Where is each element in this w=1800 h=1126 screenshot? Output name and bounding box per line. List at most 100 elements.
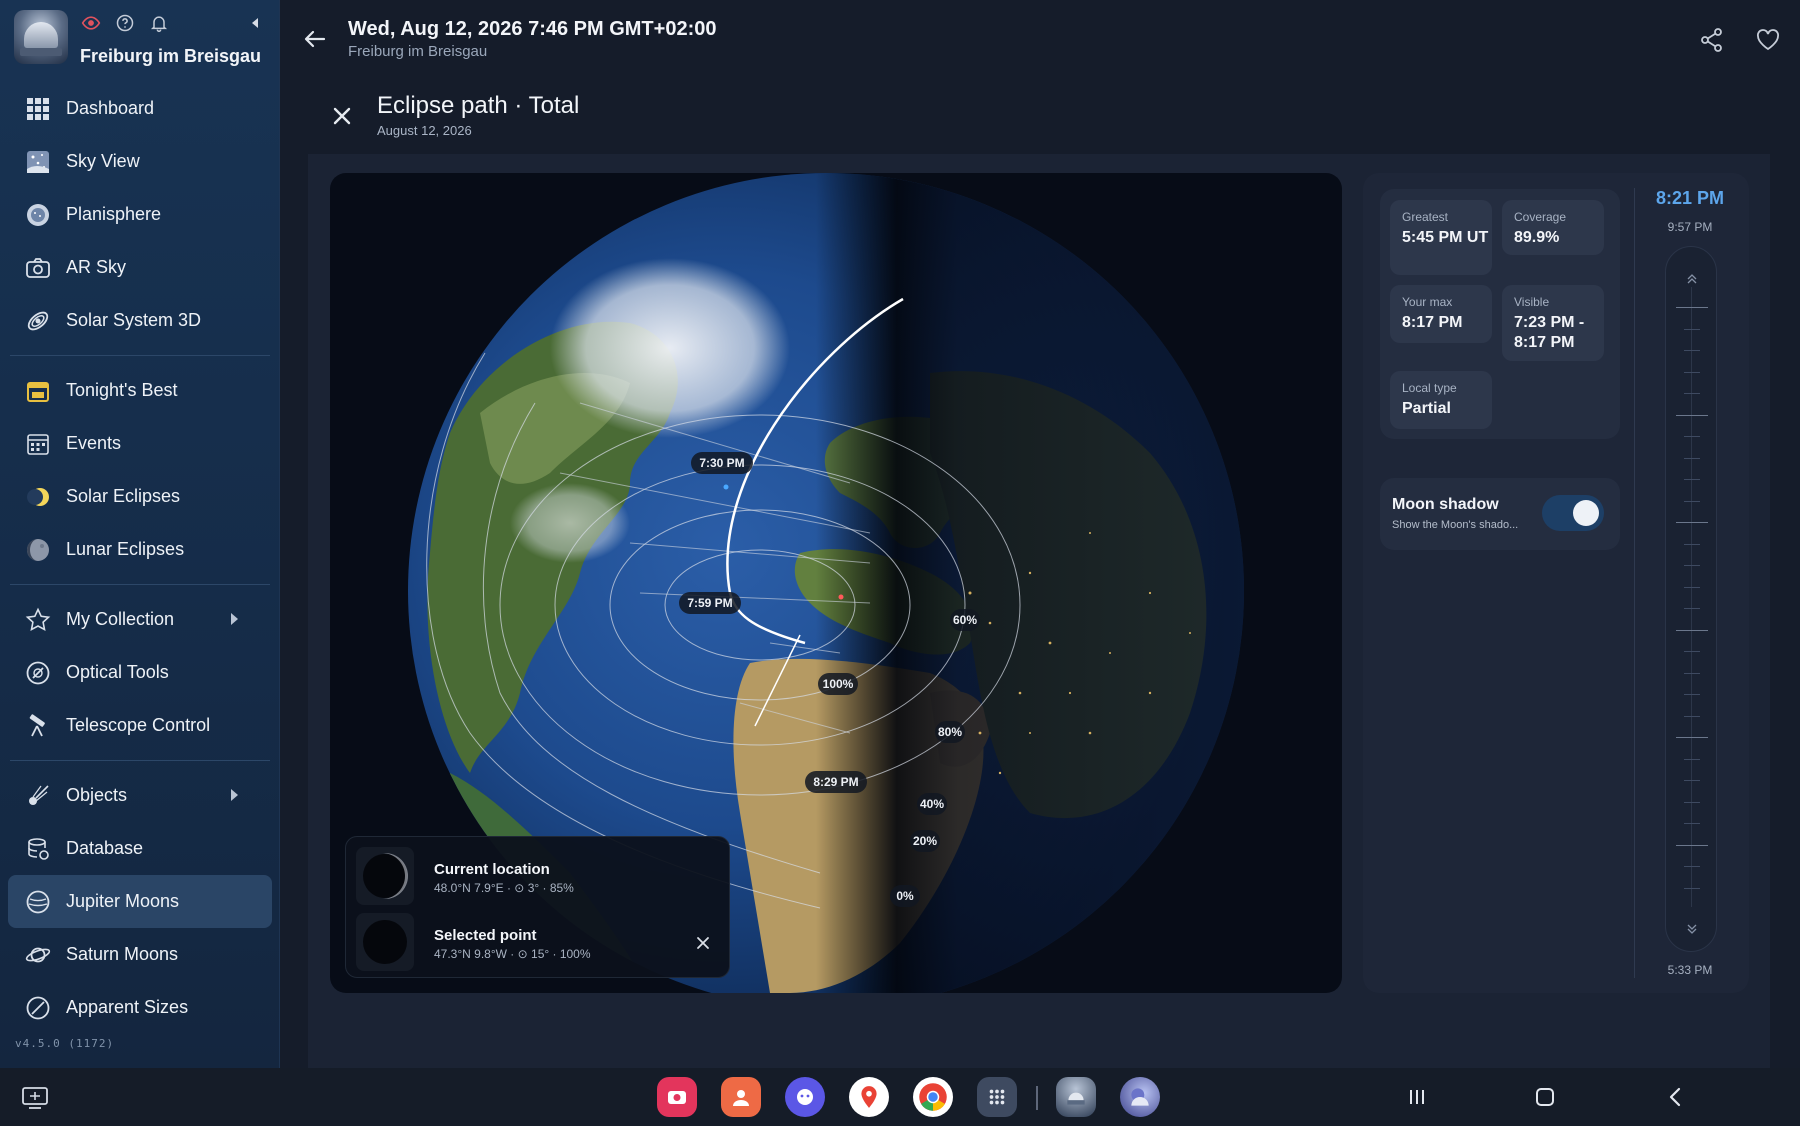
timeline-tick (1676, 629, 1708, 631)
nav-my-collection[interactable]: My Collection (8, 593, 272, 646)
bixby-app-icon[interactable] (785, 1077, 825, 1117)
astronomy-app-icon[interactable] (1120, 1077, 1160, 1117)
eye-icon[interactable] (80, 12, 102, 34)
nav-dashboard[interactable]: Dashboard (8, 82, 272, 135)
jupiter-icon (24, 888, 52, 916)
moon-shadow-setting: Moon shadow Show the Moon's shado... (1380, 478, 1620, 550)
nav-label: Objects (66, 785, 128, 805)
svg-text:100%: 100% (823, 677, 854, 691)
selected-point-marker[interactable] (723, 484, 729, 490)
stat-your-max: Your max 8:17 PM (1390, 285, 1492, 343)
recent-apps-icon[interactable] (1402, 1082, 1432, 1112)
nav-solar-eclipses[interactable]: Solar Eclipses (8, 470, 272, 523)
timeline-tick (1684, 586, 1700, 588)
comet-icon (24, 782, 52, 810)
current-location-marker[interactable] (838, 594, 844, 600)
collapse-sidebar-icon[interactable] (244, 12, 266, 34)
current-location-row[interactable]: Current location 48.0°N 7.9°E · ⊙ 3° · 8… (356, 847, 721, 907)
nav-label: Sky View (66, 151, 140, 171)
help-icon[interactable] (114, 12, 136, 34)
maps-app-icon[interactable] (849, 1077, 889, 1117)
expand-arrow-icon[interactable] (231, 789, 238, 801)
home-icon[interactable] (1530, 1082, 1560, 1112)
current-location-coords: 48.0°N 7.9°E · ⊙ 3° · 85% (434, 881, 574, 895)
timeline-tick (1684, 672, 1700, 674)
chevron-down-icon[interactable] (1684, 921, 1700, 937)
nav-sky-view[interactable]: Sky View (8, 135, 272, 188)
observatory-app-icon[interactable] (1056, 1077, 1096, 1117)
nav-optical-tools[interactable]: Optical Tools (8, 646, 272, 699)
share-icon[interactable] (1698, 26, 1726, 54)
top-bar: Wed, Aug 12, 2026 7:46 PM GMT+02:00 Frei… (280, 0, 1800, 80)
stat-greatest: Greatest 5:45 PM UT (1390, 200, 1492, 275)
coverage-label: 100% (818, 673, 858, 695)
panel-header: Eclipse path · Total August 12, 2026 (280, 88, 1800, 148)
nav-objects[interactable]: Objects (8, 769, 272, 822)
timeline-tick (1684, 758, 1700, 760)
stat-value: 7:23 PM - 8:17 PM (1514, 314, 1585, 351)
time-label: 7:59 PM (679, 592, 741, 614)
nav-database[interactable]: Database (8, 822, 272, 875)
nav-label: Lunar Eclipses (66, 539, 185, 559)
selected-eclipse-thumbnail (356, 913, 414, 971)
orbit-icon (24, 307, 52, 335)
heart-icon[interactable] (1754, 26, 1782, 54)
nav-divider (10, 355, 270, 356)
stat-label: Greatest (1402, 210, 1449, 224)
nav-apparent-sizes[interactable]: Apparent Sizes (8, 981, 272, 1034)
nav-label: My Collection (66, 609, 175, 629)
current-eclipse-thumbnail (356, 847, 414, 905)
app-logo[interactable] (14, 10, 68, 64)
nav-lunar-eclipses[interactable]: Lunar Eclipses (8, 523, 272, 576)
selected-point-row[interactable]: Selected point 47.3°N 9.8°W · ⊙ 15° · 10… (356, 913, 721, 973)
calendar-icon (24, 377, 52, 405)
timeline-tick (1676, 307, 1708, 308)
nav-telescope-control[interactable]: Telescope Control (8, 699, 272, 752)
stat-label: Local type (1402, 381, 1457, 395)
timeline-scrubber[interactable] (1665, 246, 1717, 952)
nav-saturn-moons[interactable]: Saturn Moons (8, 928, 272, 981)
timeline-tick (1684, 608, 1700, 609)
location-info-card: Current location 48.0°N 7.9°E · ⊙ 3° · 8… (345, 836, 730, 978)
expand-arrow-icon[interactable] (231, 613, 238, 625)
database-icon (24, 835, 52, 863)
app-drawer-icon[interactable] (977, 1077, 1017, 1117)
svg-text:0%: 0% (896, 889, 914, 903)
svg-text:80%: 80% (938, 725, 962, 739)
nav-planisphere[interactable]: Planisphere (8, 188, 272, 241)
moon-shadow-toggle[interactable] (1542, 495, 1604, 531)
timeline-tick (1684, 823, 1700, 824)
stat-coverage: Coverage 89.9% (1502, 200, 1604, 255)
nav-events[interactable]: Events (8, 417, 272, 470)
back-arrow-icon[interactable] (300, 24, 330, 54)
timeline-tick (1676, 414, 1708, 416)
nav-label: Optical Tools (66, 662, 169, 682)
nav-label: Telescope Control (66, 715, 211, 735)
nav-label: Saturn Moons (66, 944, 179, 964)
contacts-app-icon[interactable] (721, 1077, 761, 1117)
system-dock (0, 1068, 1800, 1126)
svg-text:20%: 20% (913, 834, 937, 848)
nav-solar-system-3d[interactable]: Solar System 3D (8, 294, 272, 347)
chrome-app-icon[interactable] (913, 1077, 953, 1117)
bell-icon[interactable] (148, 12, 170, 34)
svg-text:40%: 40% (920, 797, 944, 811)
camera-app-icon[interactable] (657, 1077, 697, 1117)
timeline-tick (1684, 500, 1700, 502)
timeline-tick (1676, 737, 1708, 738)
timeline-current-time: 8:21 PM (1655, 188, 1725, 208)
screen-cast-icon[interactable] (20, 1084, 50, 1112)
timeline-tick (1684, 780, 1700, 781)
nav-ar-sky[interactable]: AR Sky (8, 241, 272, 294)
nav-jupiter-moons[interactable]: Jupiter Moons (8, 875, 272, 928)
system-back-icon[interactable] (1660, 1082, 1690, 1112)
current-location: Freiburg im Breisgau (348, 43, 488, 60)
stat-local-type: Local type Partial (1390, 371, 1492, 429)
nav-label: Events (66, 433, 122, 453)
clear-selection-icon[interactable] (693, 933, 713, 953)
timeline-tick (1676, 522, 1708, 523)
chevron-up-icon[interactable] (1684, 271, 1700, 287)
close-panel-icon[interactable] (328, 102, 356, 130)
nav-tonights-best[interactable]: Tonight's Best (8, 364, 272, 417)
current-datetime[interactable]: Wed, Aug 12, 2026 7:46 PM GMT+02:00 (348, 18, 716, 41)
